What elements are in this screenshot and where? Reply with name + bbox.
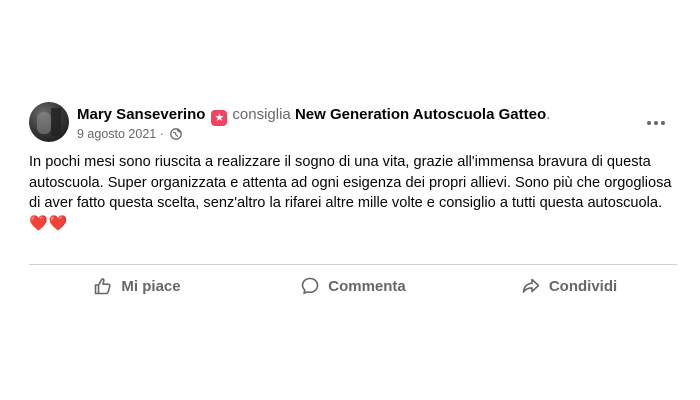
thumbs-up-icon	[95, 278, 112, 295]
page-suffix: .	[546, 106, 551, 123]
recommend-badge-icon: ★	[211, 110, 228, 126]
date-separator: ·	[159, 127, 164, 141]
comment-button[interactable]: Commenta	[245, 270, 461, 302]
page-name-link[interactable]: New Generation Autoscuola Gatteo	[295, 106, 546, 123]
post-meta: 9 agosto 2021 ·	[77, 127, 183, 143]
post-text: In pochi mesi sono riuscita a realizzare…	[29, 154, 672, 211]
avatar[interactable]	[29, 102, 69, 142]
more-options-icon[interactable]	[646, 114, 666, 125]
comment-icon	[301, 277, 319, 295]
post-title-line: Mary Sanseverino ★ consiglia New Generatio…	[77, 106, 550, 126]
author-name[interactable]: Mary Sanseverino	[77, 106, 205, 123]
review-post: Mary Sanseverino ★ consiglia New Generatio…	[0, 0, 700, 400]
recommend-verb: consiglia	[232, 106, 291, 123]
action-divider	[29, 264, 677, 265]
like-button[interactable]: Mi piace	[29, 270, 245, 302]
like-label: Mi piace	[121, 277, 181, 295]
share-button[interactable]: Condividi	[461, 270, 677, 302]
action-bar: Mi piace Commenta Condividi	[29, 270, 677, 302]
post-header: Mary Sanseverino ★ consiglia New Generatio…	[29, 102, 680, 144]
post-date[interactable]: 9 agosto 2021	[77, 127, 156, 141]
share-arrow-icon	[522, 278, 540, 293]
post-body: In pochi mesi sono riuscita a realizzare…	[29, 152, 679, 234]
comment-label: Commenta	[328, 277, 406, 295]
share-label: Condividi	[548, 277, 618, 295]
heart-emoji: ❤️❤️	[29, 214, 69, 232]
globe-icon[interactable]	[170, 128, 183, 143]
